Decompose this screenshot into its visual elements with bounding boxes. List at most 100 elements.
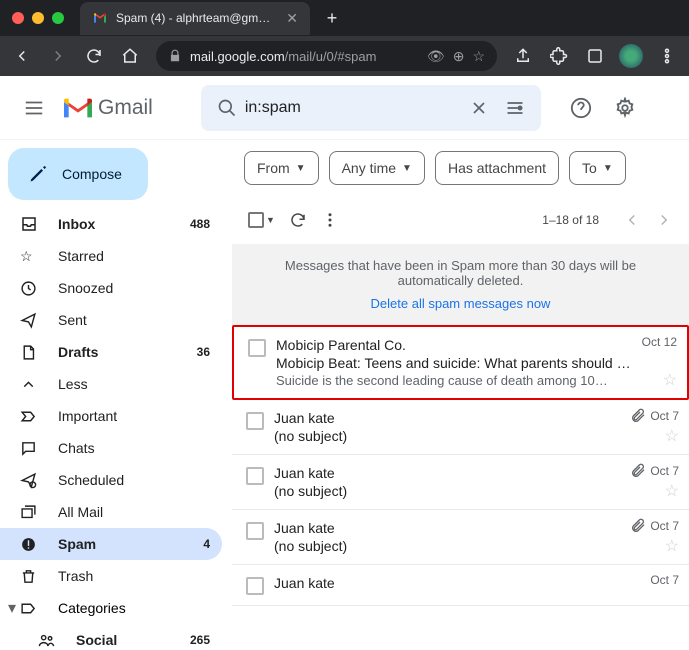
home-button[interactable]: [114, 40, 146, 72]
compose-label: Compose: [62, 166, 122, 182]
mail-list: Mobicip Parental Co. Mobicip Beat: Teens…: [232, 325, 689, 650]
gmail-logo[interactable]: Gmail: [64, 96, 153, 120]
more-button[interactable]: [321, 211, 339, 229]
star-icon[interactable]: ☆: [665, 481, 679, 501]
nav-trash[interactable]: Trash: [0, 560, 222, 592]
clear-search-icon[interactable]: [461, 98, 497, 118]
settings-button[interactable]: [605, 88, 645, 128]
mail-date: Oct 7: [650, 573, 679, 587]
eye-icon[interactable]: 👁: [427, 48, 445, 65]
schedule-icon: [20, 472, 42, 489]
mail-checkbox[interactable]: [248, 339, 266, 357]
star-icon[interactable]: ☆: [665, 536, 679, 556]
chevron-up-icon: [20, 376, 42, 393]
categories-icon: [20, 600, 42, 617]
mail-snippet: Suicide is the second leading cause of d…: [276, 373, 673, 388]
filter-bar: From▼ Any time▼ Has attachment To▼: [232, 140, 689, 196]
star-icon: ☆: [20, 248, 42, 265]
nav-chats[interactable]: Chats: [0, 432, 222, 464]
mail-subject: (no subject): [274, 538, 675, 554]
spam-icon: [20, 536, 42, 553]
prev-page-button[interactable]: [623, 211, 641, 229]
minimize-window-button[interactable]: [32, 12, 44, 24]
mail-toolbar: ▼ 1–18 of 18: [232, 196, 689, 244]
share-button[interactable]: [507, 40, 539, 72]
new-tab-button[interactable]: +: [318, 4, 346, 32]
extensions-button[interactable]: [543, 40, 575, 72]
mail-checkbox[interactable]: [246, 412, 264, 430]
spam-banner: Messages that have been in Spam more tha…: [232, 244, 689, 325]
mail-row[interactable]: Juan kate Oct 7: [232, 565, 689, 606]
nav-spam[interactable]: Spam 4: [0, 528, 222, 560]
nav-snoozed[interactable]: Snoozed: [0, 272, 222, 304]
nav-drafts[interactable]: Drafts 36: [0, 336, 222, 368]
nav-categories[interactable]: ▾ Categories: [0, 592, 232, 624]
browser-titlebar: Spam (4) - alphrteam@gmail.c ✕ +: [0, 0, 689, 36]
nav-less[interactable]: Less: [0, 368, 222, 400]
star-icon[interactable]: ☆: [665, 426, 679, 446]
caret-down-icon[interactable]: ▾: [4, 598, 20, 618]
nav-social[interactable]: Social 265: [0, 624, 222, 650]
search-bar[interactable]: [201, 85, 541, 131]
select-all[interactable]: ▼: [248, 212, 275, 228]
file-icon: [20, 344, 42, 361]
bookmark-icon[interactable]: ☆: [472, 48, 485, 65]
mail-sender: Juan kate: [274, 520, 675, 536]
filter-attachment[interactable]: Has attachment: [435, 151, 559, 185]
nav-allmail[interactable]: All Mail: [0, 496, 222, 528]
mail-checkbox[interactable]: [246, 522, 264, 540]
mail-sender: Juan kate: [274, 465, 675, 481]
translate-icon[interactable]: ⊕: [453, 48, 465, 65]
mail-sender: Juan kate: [274, 410, 675, 426]
tab-overview-button[interactable]: [579, 40, 611, 72]
filter-anytime[interactable]: Any time▼: [329, 151, 425, 185]
nav-important[interactable]: Important: [0, 400, 222, 432]
maximize-window-button[interactable]: [52, 12, 64, 24]
filter-from[interactable]: From▼: [244, 151, 319, 185]
mail-subject: (no subject): [274, 483, 675, 499]
refresh-button[interactable]: [289, 211, 307, 229]
browser-menu-button[interactable]: [651, 40, 683, 72]
mail-row[interactable]: Juan kate (no subject) Oct 7 ☆: [232, 455, 689, 510]
url-bar[interactable]: mail.google.com/mail/u/0/#spam 👁 ⊕ ☆: [156, 41, 497, 71]
send-icon: [20, 312, 42, 329]
next-page-button[interactable]: [655, 211, 673, 229]
mail-row[interactable]: Juan kate (no subject) Oct 7 ☆: [232, 400, 689, 455]
lock-icon: [168, 49, 182, 63]
reload-button[interactable]: [78, 40, 110, 72]
compose-button[interactable]: Compose: [8, 148, 148, 200]
mail-subject: (no subject): [274, 428, 675, 444]
forward-button[interactable]: [42, 40, 74, 72]
profile-button[interactable]: [615, 40, 647, 72]
mail-checkbox[interactable]: [246, 467, 264, 485]
chevron-down-icon: ▼: [402, 163, 412, 174]
inbox-icon: [20, 215, 42, 233]
nav-sent[interactable]: Sent: [0, 304, 222, 336]
main-menu-button[interactable]: [12, 86, 56, 130]
main-pane: From▼ Any time▼ Has attachment To▼ ▼ 1–1…: [232, 140, 689, 650]
close-tab-icon[interactable]: ✕: [286, 10, 298, 27]
banner-text: Messages that have been in Spam more tha…: [285, 258, 636, 288]
nav-scheduled[interactable]: Scheduled: [0, 464, 222, 496]
support-button[interactable]: [561, 88, 601, 128]
browser-toolbar: mail.google.com/mail/u/0/#spam 👁 ⊕ ☆: [0, 36, 689, 76]
mail-sender: Juan kate: [274, 575, 675, 591]
mail-row[interactable]: Mobicip Parental Co. Mobicip Beat: Teens…: [232, 325, 689, 400]
mail-date: Oct 7: [650, 519, 679, 533]
star-icon[interactable]: ☆: [663, 370, 677, 390]
mail-checkbox[interactable]: [246, 577, 264, 595]
browser-tab[interactable]: Spam (4) - alphrteam@gmail.c ✕: [80, 2, 310, 35]
filter-to[interactable]: To▼: [569, 151, 626, 185]
search-icon[interactable]: [209, 98, 245, 118]
delete-all-spam-link[interactable]: Delete all spam messages now: [252, 296, 669, 311]
search-input[interactable]: [245, 99, 461, 117]
mail-subject: Mobicip Beat: Teens and suicide: What pa…: [276, 355, 673, 371]
nav-starred[interactable]: ☆ Starred: [0, 240, 222, 272]
chevron-down-icon: ▼: [296, 163, 306, 174]
close-window-button[interactable]: [12, 12, 24, 24]
back-button[interactable]: [6, 40, 38, 72]
mail-row[interactable]: Juan kate (no subject) Oct 7 ☆: [232, 510, 689, 565]
nav-inbox[interactable]: Inbox 488: [0, 208, 222, 240]
gmail-logo-icon: [64, 97, 92, 119]
search-options-icon[interactable]: [497, 98, 533, 118]
